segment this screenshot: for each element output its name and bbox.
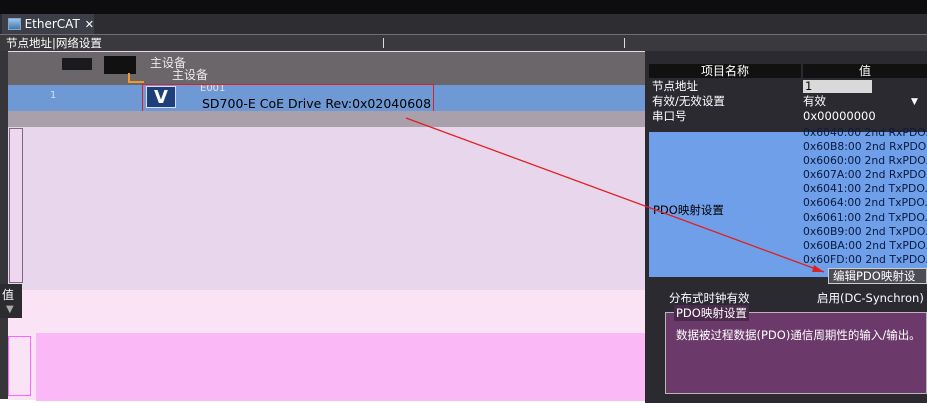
value-dropdown[interactable]: 值 ▼ [0,284,22,318]
pdo-entry: 0x6041:00 2nd TxPDO.. [803,182,927,196]
tree-connector [128,73,144,83]
master-node-icon [62,58,92,70]
properties-table: 项目名称 值 节点地址 1 有效/无效设置 有效 ▼ 串口号 0x0000000… [649,64,927,277]
menu-separator [624,38,625,48]
lower-frame [8,336,31,396]
tab-strip [0,14,927,35]
chevron-down-icon: ▼ [6,304,14,315]
ethercat-icon [8,18,21,30]
lower-band [36,333,645,401]
description-text: 数据被过程数据(PDO)通信周期性的输入/输出。 [676,328,921,342]
left-scroll-track[interactable] [0,51,8,399]
menu-separator [383,38,384,48]
pdo-entry: 0x6061:00 2nd TxPDO.. [803,210,927,224]
master-sublabel: 主设备 [172,68,209,82]
pdo-entry: 0x6040:00 2nd RxPDO.. [803,126,927,139]
menu-label[interactable]: 节点地址|网络设置 [6,35,102,51]
column-header-value: 值 [803,64,927,78]
pdo-entry: 0x6064:00 2nd TxPDO.. [803,196,927,210]
pdo-entry-list: 0x6040:00 2nd RxPDO.. 0x60B8:00 2nd RxPD… [803,126,927,267]
pdo-entry: 0x607A:00 2nd RxPDO.. [803,168,927,182]
pdo-entry: 0x60B9:00 2nd TxPDO.. [803,224,927,238]
menu-bar: 节点地址|网络设置 [0,35,927,51]
column-header-name: 项目名称 [649,64,801,78]
property-key: 节点地址 [652,79,698,93]
tree-empty-row [8,111,645,127]
dc-key: 分布式时钟有效 [669,291,750,305]
pdo-entry: 0x60FD:00 2nd TxPDO.. [803,252,927,266]
property-key: 串口号 [652,109,687,123]
description-title: PDO映射设置 [674,305,749,321]
pdo-mapping-label: PDO映射设置 [653,203,724,217]
tab-label: EtherCAT [24,17,80,31]
property-row[interactable]: 串口号 0x00000000 [649,110,927,123]
value-label: 值 [2,288,15,302]
dc-value: 启用(DC-Synchron) [817,291,924,305]
property-value-select[interactable]: 有效 [803,95,826,108]
property-value: 0x00000000 [803,109,876,123]
property-key: 有效/无效设置 [652,94,725,108]
edit-pdo-mapping-button[interactable]: 编辑PDO映射设 [828,268,927,284]
distributed-clock-row[interactable]: 分布式时钟有效 启用(DC-Synchron) [665,289,927,305]
close-icon[interactable]: ✕ [85,18,94,31]
pdo-entry: 0x60BA:00 2nd TxPDO.. [803,238,927,252]
pdo-entry: 0x60B8:00 2nd RxPDO.. [803,140,927,154]
tab-ethercat[interactable]: EtherCAT ✕ [2,14,94,34]
title-bar [0,0,927,14]
property-row[interactable]: 有效/无效设置 有效 [649,95,927,108]
description-box: PDO映射设置 数据被过程数据(PDO)通信周期性的输入/输出。 [665,305,927,394]
property-row[interactable]: 节点地址 1 [649,80,927,93]
chevron-down-icon[interactable]: ▼ [911,97,918,107]
property-value-input[interactable]: 1 [803,80,873,93]
row-number: 1 [50,90,57,101]
network-icon [104,56,136,74]
pdo-entry: 0x6060:00 2nd RxPDO.. [803,154,927,168]
left-panel-frame [9,128,23,283]
